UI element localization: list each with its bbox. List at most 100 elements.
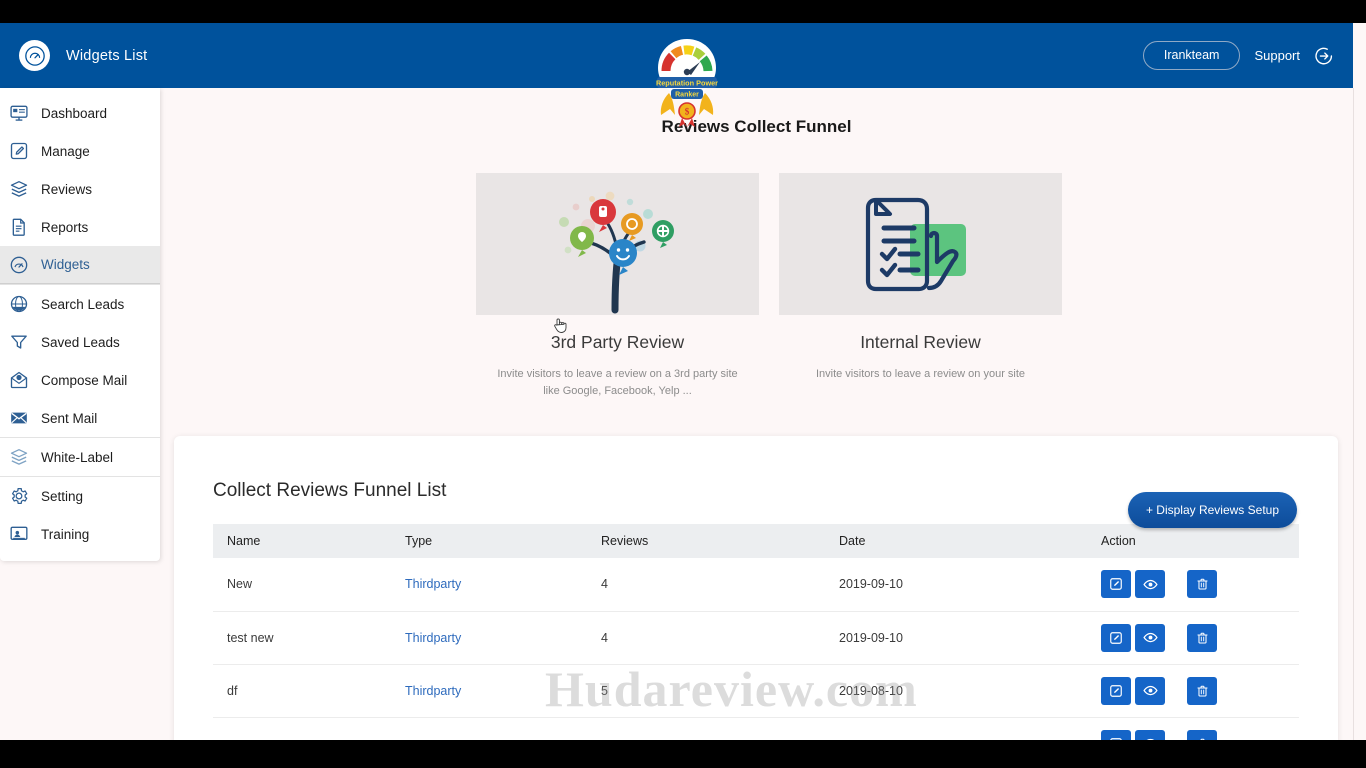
panel-title: Collect Reviews Funnel List	[213, 480, 447, 501]
user-account-button[interactable]: Irankteam	[1142, 41, 1241, 70]
edit-button[interactable]	[1101, 729, 1131, 740]
cell-action	[1087, 717, 1299, 740]
delete-button[interactable]	[1187, 676, 1217, 705]
letterbox-top	[0, 0, 1366, 23]
cell-name: New	[213, 558, 391, 612]
type-link[interactable]: Thirdparty	[405, 684, 461, 698]
cell-date	[825, 717, 1087, 740]
cell-type: Thirdparty	[391, 558, 587, 612]
mail-open-icon	[10, 371, 28, 389]
sidebar-item-label: Compose Mail	[41, 372, 128, 388]
view-button[interactable]	[1135, 676, 1165, 705]
gear-icon	[11, 488, 28, 504]
delete-button[interactable]	[1187, 729, 1217, 740]
view-button[interactable]	[1135, 570, 1165, 599]
sidebar-item-white-label[interactable]: White-Label	[0, 438, 160, 476]
svg-text:$: $	[685, 107, 690, 117]
monitor-icon	[10, 105, 28, 121]
mail-sent-icon	[11, 412, 27, 424]
sidebar-group-system: Setting Training	[0, 476, 160, 553]
sidebar-item-label: Setting	[41, 488, 84, 504]
funnel-section-title: Reviews Collect Funnel	[661, 117, 852, 136]
edit-button[interactable]	[1101, 570, 1131, 599]
edit-button[interactable]	[1101, 676, 1131, 705]
sidebar-item-label: Training	[41, 526, 90, 542]
display-reviews-setup-button[interactable]: + Display Reviews Setup	[1127, 492, 1297, 528]
sidebar-item-label: Manage	[41, 143, 90, 159]
cell-action	[1087, 611, 1299, 665]
sidebar-item-label: Saved Leads	[41, 334, 120, 350]
table-header: Name Type Reviews Date Action	[213, 524, 1299, 558]
sidebar: Dashboard Manage Reviews Reports Widgets…	[0, 88, 160, 561]
trash-icon	[1196, 578, 1208, 590]
layers-icon	[10, 449, 28, 465]
cell-type: Thirdparty	[391, 664, 587, 718]
funnel-card-3rd-party[interactable]: 3rd Party Review Invite visitors to leav…	[476, 173, 759, 418]
edit-button[interactable]	[1101, 623, 1131, 652]
delete-button[interactable]	[1187, 570, 1217, 599]
funnel-cards: 3rd Party Review Invite visitors to leav…	[476, 173, 1062, 418]
edit-icon	[1110, 684, 1122, 697]
review-tree-icon	[558, 191, 674, 314]
sidebar-item-search-leads[interactable]: Search Leads	[0, 285, 160, 323]
sidebar-item-label: Widgets	[41, 257, 90, 272]
column-header-reviews[interactable]: Reviews	[587, 524, 825, 558]
vertical-scrollbar[interactable]	[1353, 88, 1366, 740]
table-row	[213, 717, 1299, 740]
funnel-card-description: Invite visitors to leave a review on a 3…	[497, 368, 738, 397]
sidebar-item-label: Reviews	[41, 181, 93, 197]
sidebar-item-reports[interactable]: Reports	[0, 208, 160, 246]
table-header-row: Name Type Reviews Date Action	[213, 524, 1299, 558]
sidebar-item-reviews[interactable]: Reviews	[0, 170, 160, 208]
pencil-square-icon	[10, 142, 28, 160]
cell-action	[1087, 664, 1299, 718]
table-row: df Thirdparty 5 2019-08-10	[213, 664, 1299, 718]
checklist-hand-icon	[865, 197, 966, 292]
funnel-card-internal[interactable]: Internal Review Invite visitors to leave…	[779, 173, 1062, 418]
cell-type	[391, 717, 587, 740]
column-header-type[interactable]: Type	[391, 524, 587, 558]
review-tree-illustration	[476, 173, 759, 315]
support-link[interactable]: Support	[1254, 48, 1300, 63]
panel-header: Collect Reviews Funnel List + Display Re…	[174, 436, 1338, 528]
header-actions: Irankteam Support	[1142, 41, 1353, 70]
cell-date: 2019-09-10	[825, 611, 1087, 665]
view-button[interactable]	[1135, 729, 1165, 740]
sidebar-item-dashboard[interactable]: Dashboard	[0, 94, 160, 132]
sidebar-item-label: White-Label	[41, 449, 114, 465]
sidebar-item-setting[interactable]: Setting	[0, 477, 160, 515]
view-button[interactable]	[1135, 623, 1165, 652]
sidebar-item-training[interactable]: Training	[0, 515, 160, 553]
trash-icon	[1196, 632, 1208, 644]
table-row: New Thirdparty 4 2019-09-10	[213, 558, 1299, 612]
eye-icon	[1142, 632, 1158, 643]
type-link[interactable]: Thirdparty	[405, 577, 461, 591]
column-header-name[interactable]: Name	[213, 524, 391, 558]
svg-text:Ranker: Ranker	[675, 92, 699, 99]
sidebar-item-saved-leads[interactable]: Saved Leads	[0, 323, 160, 361]
sidebar-item-label: Dashboard	[41, 105, 108, 121]
row-actions	[1101, 676, 1299, 705]
sidebar-group-main: Dashboard Manage Reviews Reports Widgets	[0, 94, 160, 284]
column-header-date[interactable]: Date	[825, 524, 1087, 558]
delete-button[interactable]	[1187, 623, 1217, 652]
brand-badge-icon[interactable]	[19, 40, 50, 71]
logout-icon[interactable]	[1314, 45, 1336, 67]
sidebar-item-widgets[interactable]: Widgets	[0, 246, 160, 284]
layers-icon	[10, 181, 28, 197]
sidebar-item-manage[interactable]: Manage	[0, 132, 160, 170]
cell-reviews	[587, 717, 825, 740]
type-link[interactable]: Thirdparty	[405, 631, 461, 645]
trash-icon	[1196, 685, 1208, 697]
cell-date: 2019-09-10	[825, 558, 1087, 612]
globe-search-icon	[10, 295, 28, 313]
sidebar-group-white-label: White-Label	[0, 437, 160, 476]
funnel-card-description: Invite visitors to leave a review on you…	[815, 368, 1026, 380]
sidebar-item-compose-mail[interactable]: Compose Mail	[0, 361, 160, 399]
app-viewport: Widgets List Irankteam Support Reputatio…	[0, 23, 1366, 740]
training-icon	[10, 526, 28, 540]
sidebar-item-sent-mail[interactable]: Sent Mail	[0, 399, 160, 437]
cell-date: 2019-08-10	[825, 664, 1087, 718]
checklist-hand-illustration	[779, 173, 1062, 315]
eye-icon	[1142, 685, 1158, 696]
